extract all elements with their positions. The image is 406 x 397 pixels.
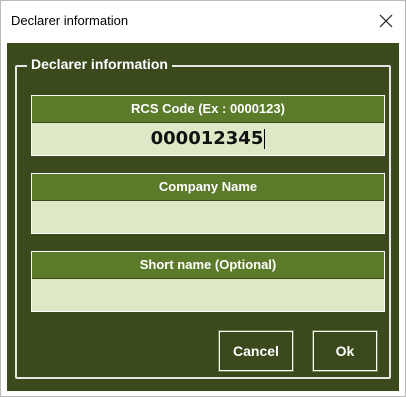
rcs-code-value: 000012345 — [150, 128, 264, 149]
rcs-code-input[interactable]: 000012345 — [32, 123, 384, 155]
short-name-input[interactable] — [32, 279, 384, 311]
dialog-body: Declarer information RCS Code (Ex : 0000… — [7, 43, 399, 391]
title-bar[interactable]: Declarer information — [1, 1, 405, 41]
cancel-button[interactable]: Cancel — [218, 330, 294, 372]
company-name-input[interactable] — [32, 201, 384, 233]
text-caret — [264, 129, 266, 149]
ok-button[interactable]: Ok — [312, 330, 378, 372]
close-icon — [379, 14, 393, 28]
short-name-label: Short name (Optional) — [32, 252, 384, 279]
window-title: Declarer information — [11, 13, 129, 28]
company-name-label: Company Name — [32, 174, 384, 201]
dialog-window: Declarer information Declarer informatio… — [0, 0, 406, 397]
short-name-field: Short name (Optional) — [31, 251, 385, 312]
groupbox-legend: Declarer information — [27, 55, 172, 73]
rcs-code-field: RCS Code (Ex : 0000123) 000012345 — [31, 95, 385, 156]
company-name-field: Company Name — [31, 173, 385, 234]
rcs-code-label: RCS Code (Ex : 0000123) — [32, 96, 384, 123]
close-button[interactable] — [369, 5, 403, 37]
